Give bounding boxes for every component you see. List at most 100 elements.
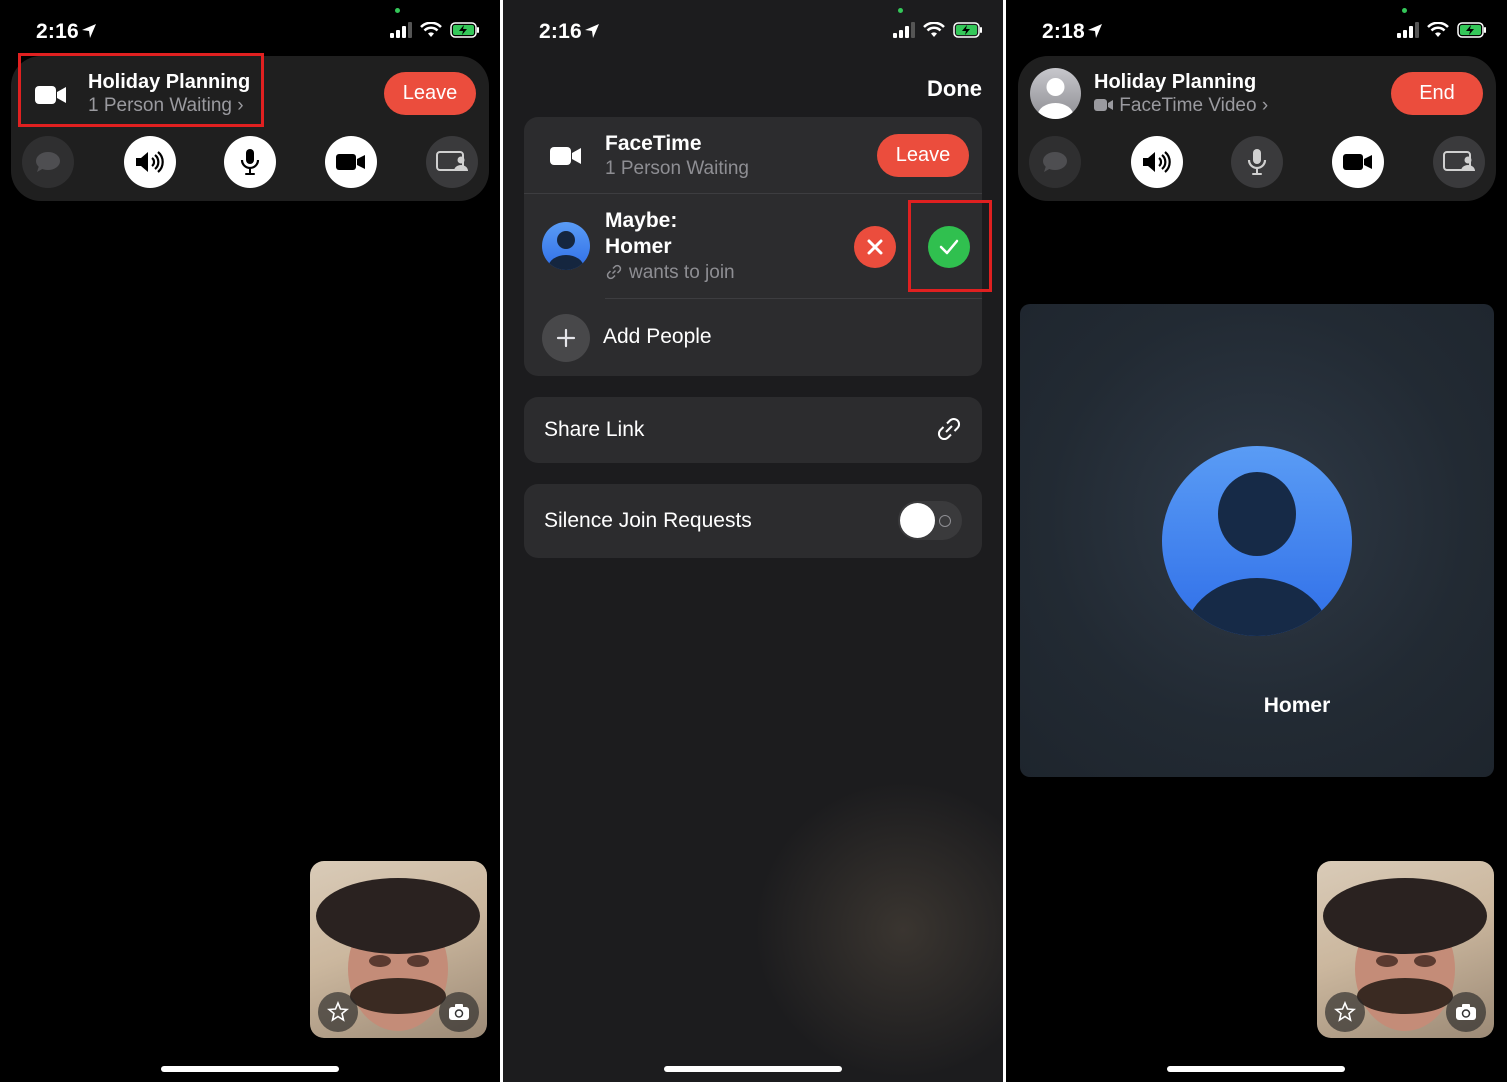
status-time: 2:18 <box>1042 20 1085 43</box>
flip-camera-icon <box>449 1004 469 1020</box>
mute-button[interactable] <box>224 136 276 188</box>
add-people-button[interactable] <box>542 314 590 362</box>
location-arrow-icon <box>82 24 96 38</box>
share-link-label: Share Link <box>544 418 645 441</box>
facetime-title: FaceTime <box>605 132 702 155</box>
speaker-button[interactable] <box>124 136 176 188</box>
person-silhouette-icon <box>1037 78 1074 119</box>
battery-charging-icon <box>450 22 479 38</box>
camera-icon <box>336 154 365 170</box>
camera-icon <box>1343 154 1372 170</box>
battery-charging-icon <box>953 22 982 38</box>
avatar <box>542 222 590 270</box>
status-time: 2:16 <box>36 20 79 43</box>
camera-toggle-button[interactable] <box>1332 136 1384 188</box>
flip-camera-icon <box>1456 1004 1476 1020</box>
call-controls <box>1018 136 1496 190</box>
cellular-signal-icon <box>1397 22 1419 38</box>
toggle-knob <box>900 503 935 538</box>
waiting-count: 1 Person Waiting <box>605 158 749 179</box>
home-indicator[interactable] <box>161 1066 339 1072</box>
divider <box>524 193 982 194</box>
video-camera-icon <box>550 147 581 165</box>
cellular-signal-icon <box>893 22 915 38</box>
screen-active-call: 2:18 Holiday Planning FaceTime Video › E… <box>1006 0 1507 1082</box>
video-camera-icon <box>1094 99 1113 111</box>
chevron-right-icon: › <box>1261 95 1269 116</box>
annotation-highlight-waiting <box>18 53 264 127</box>
add-people-label[interactable]: Add People <box>603 325 712 349</box>
silence-requests-row: Silence Join Requests <box>524 484 982 558</box>
link-icon <box>937 417 961 441</box>
speaker-icon <box>136 151 164 173</box>
annotation-highlight-approve <box>908 200 992 292</box>
wifi-icon <box>1427 22 1449 37</box>
end-button[interactable]: End <box>1391 72 1483 115</box>
silence-requests-toggle[interactable] <box>898 501 962 540</box>
camera-toggle-button[interactable] <box>325 136 377 188</box>
status-bar: 2:18 <box>1006 0 1507 62</box>
message-icon <box>1043 152 1067 172</box>
call-panel: Holiday Planning FaceTime Video › End <box>1018 56 1496 201</box>
message-button[interactable] <box>1029 136 1081 188</box>
wifi-icon <box>420 22 442 37</box>
screen-people-sheet: 2:16 Done FaceTime 1 Person Waiting Leav… <box>503 0 1003 1082</box>
location-arrow-icon <box>585 24 599 38</box>
mute-button[interactable] <box>1231 136 1283 188</box>
screen-waiting-call: 2:16 Holiday Planning 1 Person Waiting ›… <box>0 0 500 1082</box>
effects-button[interactable] <box>1325 992 1365 1032</box>
decline-request-button[interactable] <box>854 226 896 268</box>
cellular-signal-icon <box>390 22 412 38</box>
toggle-off-indicator <box>939 515 951 527</box>
leave-button[interactable]: Leave <box>877 134 969 177</box>
call-type: FaceTime Video <box>1119 95 1257 116</box>
request-name: Homer <box>605 235 672 258</box>
participant-avatar <box>1162 446 1352 636</box>
plus-icon <box>556 328 576 348</box>
call-title[interactable]: Holiday Planning <box>1094 71 1256 94</box>
share-link-row[interactable]: Share Link <box>524 397 982 463</box>
silence-requests-label: Silence Join Requests <box>544 509 752 532</box>
link-icon <box>606 264 622 280</box>
divider <box>605 298 982 299</box>
location-arrow-icon <box>1088 24 1102 38</box>
blurred-background <box>753 780 1003 1080</box>
home-indicator[interactable] <box>664 1066 842 1072</box>
x-icon <box>867 239 883 255</box>
camera-in-use-indicator <box>1402 8 1407 13</box>
self-view-camera[interactable] <box>310 861 487 1038</box>
mic-icon <box>240 149 260 175</box>
person-silhouette-icon <box>1185 472 1329 636</box>
wifi-icon <box>923 22 945 37</box>
call-subtitle[interactable]: FaceTime Video › <box>1094 95 1268 117</box>
call-controls <box>11 136 489 190</box>
star-effects-icon <box>327 1001 349 1022</box>
person-silhouette-icon <box>548 231 584 270</box>
shareplay-icon <box>436 151 468 171</box>
done-button[interactable]: Done <box>927 76 982 102</box>
flip-camera-button[interactable] <box>439 992 479 1032</box>
speaker-icon <box>1143 151 1171 173</box>
status-time: 2:16 <box>539 20 582 43</box>
group-avatar <box>1030 68 1081 119</box>
mic-icon <box>1247 149 1267 175</box>
request-note: wants to join <box>629 262 735 283</box>
home-indicator[interactable] <box>1167 1066 1345 1072</box>
message-icon <box>36 152 60 172</box>
battery-charging-icon <box>1457 22 1486 38</box>
effects-button[interactable] <box>318 992 358 1032</box>
shareplay-button[interactable] <box>426 136 478 188</box>
self-view-camera[interactable] <box>1317 861 1494 1038</box>
camera-in-use-indicator <box>898 8 903 13</box>
camera-in-use-indicator <box>395 8 400 13</box>
participant-tile[interactable]: Homer <box>1020 304 1494 777</box>
participant-name: Homer <box>1263 694 1331 717</box>
shareplay-button[interactable] <box>1433 136 1485 188</box>
star-effects-icon <box>1334 1001 1356 1022</box>
speaker-button[interactable] <box>1131 136 1183 188</box>
leave-button[interactable]: Leave <box>384 72 476 115</box>
request-label: Maybe: <box>605 209 678 232</box>
shareplay-icon <box>1443 151 1475 171</box>
message-button[interactable] <box>22 136 74 188</box>
flip-camera-button[interactable] <box>1446 992 1486 1032</box>
